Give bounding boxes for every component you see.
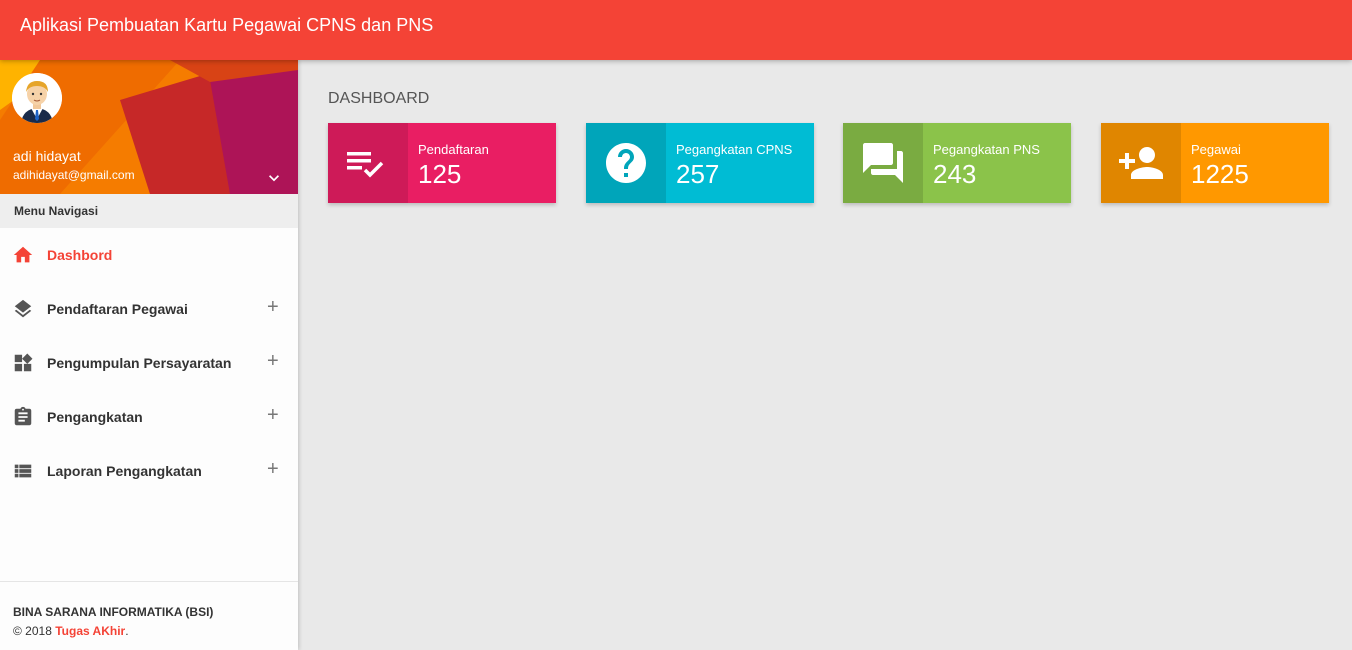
list-icon bbox=[14, 464, 32, 478]
sidebar-item-label: Dashbord bbox=[47, 247, 113, 263]
widgets-icon bbox=[14, 353, 33, 372]
footer-link[interactable]: Tugas AKhir bbox=[55, 624, 125, 638]
sidebar-item-label: Pengangkatan bbox=[47, 409, 143, 425]
avatar[interactable] bbox=[12, 73, 62, 123]
user-email: adihidayat@gmail.com bbox=[13, 168, 135, 182]
card-icon-box bbox=[328, 123, 408, 203]
copyright-prefix: © 2018 bbox=[13, 624, 56, 638]
top-bar: Aplikasi Pembuatan Kartu Pegawai CPNS da… bbox=[0, 0, 1352, 60]
clipboard-icon bbox=[14, 406, 32, 426]
footer-copyright: © 2018 Tugas AKhir. bbox=[13, 624, 129, 638]
expand-icon[interactable]: + bbox=[267, 458, 279, 480]
app-title: Aplikasi Pembuatan Kartu Pegawai CPNS da… bbox=[20, 15, 434, 35]
card-value: 125 bbox=[418, 159, 462, 189]
card-label: Pegangkatan CPNS bbox=[676, 142, 793, 157]
expand-icon[interactable]: + bbox=[267, 404, 279, 426]
help-icon bbox=[606, 143, 646, 183]
footer-org: BINA SARANA INFORMATIKA (BSI) bbox=[13, 605, 214, 619]
expand-icon[interactable]: + bbox=[267, 350, 279, 372]
menu-header: Menu Navigasi bbox=[0, 194, 298, 228]
info-card-pegawai[interactable]: Pegawai 1225 bbox=[1101, 123, 1329, 203]
card-value: 243 bbox=[933, 159, 977, 189]
expand-icon[interactable]: + bbox=[267, 296, 279, 318]
sidebar-item-pendaftaran-pegawai[interactable]: Pendaftaran Pegawai + bbox=[0, 282, 298, 336]
layers-icon bbox=[14, 299, 32, 318]
sidebar-footer: BINA SARANA INFORMATIKA (BSI) © 2018 Tug… bbox=[0, 581, 298, 650]
card-icon-box bbox=[843, 123, 923, 203]
sidebar-item-pengumpulan-persayaratan[interactable]: Pengumpulan Persayaratan + bbox=[0, 336, 298, 390]
info-card-pendaftaran[interactable]: Pendaftaran 125 bbox=[328, 123, 556, 203]
card-label: Pegangkatan PNS bbox=[933, 142, 1040, 157]
forum-icon bbox=[863, 143, 903, 183]
sidebar-item-laporan-pengangkatan[interactable]: Laporan Pengangkatan + bbox=[0, 444, 298, 498]
sidebar-item-label: Laporan Pengangkatan bbox=[47, 463, 202, 479]
sidebar-item-label: Pengumpulan Persayaratan bbox=[47, 355, 232, 371]
person-add-icon bbox=[1119, 147, 1163, 179]
user-name: adi hidayat bbox=[13, 148, 81, 164]
page-title: DASHBOARD bbox=[328, 90, 430, 107]
info-card-pegangkatan-cpns[interactable]: Pegangkatan CPNS 257 bbox=[586, 123, 814, 203]
copyright-suffix: . bbox=[125, 624, 129, 638]
user-info-panel: adi hidayat adihidayat@gmail.com bbox=[0, 60, 298, 194]
card-icon-box bbox=[1101, 123, 1181, 203]
sidebar-item-label: Pendaftaran Pegawai bbox=[47, 301, 188, 317]
home-icon bbox=[13, 246, 33, 263]
chevron-down-icon[interactable] bbox=[264, 168, 284, 188]
info-card-pegangkatan-pns[interactable]: Pegangkatan PNS 243 bbox=[843, 123, 1071, 203]
sidebar: adi hidayat adihidayat@gmail.com Menu Na… bbox=[0, 60, 298, 650]
sidebar-item-pengangkatan[interactable]: Pengangkatan + bbox=[0, 390, 298, 444]
card-icon-box bbox=[586, 123, 666, 203]
card-value: 1225 bbox=[1191, 159, 1249, 189]
card-label: Pegawai bbox=[1191, 142, 1241, 157]
card-value: 257 bbox=[676, 159, 720, 189]
card-label: Pendaftaran bbox=[418, 142, 489, 157]
playlist-check-icon bbox=[347, 152, 384, 178]
sidebar-item-dashbord[interactable]: Dashbord bbox=[0, 228, 298, 282]
